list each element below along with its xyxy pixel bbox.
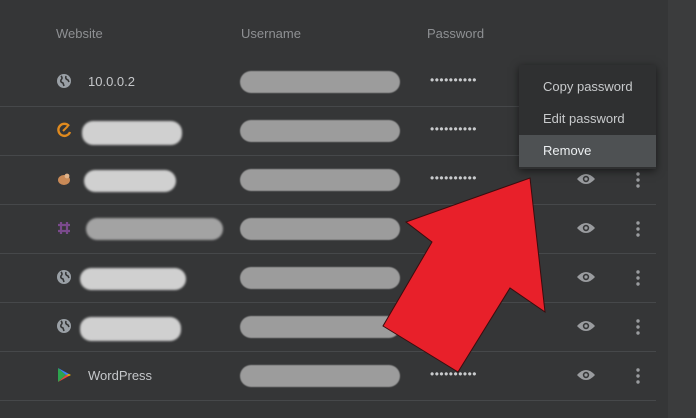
more-actions-icon[interactable] bbox=[632, 317, 644, 337]
username-redacted bbox=[240, 71, 400, 93]
site-name-redacted bbox=[80, 317, 181, 341]
username-redacted bbox=[240, 267, 400, 289]
more-actions-icon[interactable] bbox=[632, 268, 644, 288]
password-row: WordPress •••••••••• bbox=[0, 351, 656, 401]
password-mask-partial: ••• bbox=[472, 318, 487, 332]
password-mask: •••••••••• bbox=[430, 73, 478, 87]
site-name[interactable]: WordPress bbox=[88, 368, 152, 383]
password-mask: •••••••••• bbox=[430, 367, 478, 381]
more-actions-icon[interactable] bbox=[632, 366, 644, 386]
site-favicon-purple bbox=[58, 222, 70, 234]
globe-icon bbox=[57, 74, 71, 88]
password-row bbox=[0, 253, 656, 303]
site-favicon-orange bbox=[57, 122, 72, 138]
site-name-redacted bbox=[82, 121, 182, 145]
username-redacted bbox=[240, 169, 400, 191]
site-name-redacted bbox=[84, 170, 176, 192]
show-password-eye-icon[interactable] bbox=[576, 269, 596, 285]
site-name[interactable]: 10.0.0.2 bbox=[88, 74, 135, 89]
username-redacted bbox=[240, 120, 400, 142]
password-list-panel: Website Username Password 10.0.0.2 •••••… bbox=[0, 0, 668, 418]
show-password-eye-icon[interactable] bbox=[576, 367, 596, 383]
username-redacted bbox=[240, 218, 400, 240]
site-favicon-brown bbox=[58, 173, 70, 185]
show-password-eye-icon[interactable] bbox=[576, 318, 596, 334]
menu-item-remove[interactable]: Remove bbox=[519, 135, 656, 167]
site-name-redacted bbox=[80, 268, 186, 290]
username-redacted bbox=[240, 365, 400, 387]
show-password-eye-icon[interactable] bbox=[576, 171, 596, 187]
column-header-website: Website bbox=[56, 26, 103, 41]
password-mask: •••••••••• bbox=[430, 122, 478, 136]
more-actions-icon[interactable] bbox=[632, 170, 644, 190]
password-mask: •••••••••• bbox=[430, 171, 478, 185]
password-row bbox=[0, 204, 656, 254]
site-name-redacted bbox=[86, 218, 223, 240]
password-context-menu: Copy password Edit password Remove bbox=[519, 65, 656, 169]
google-play-icon bbox=[58, 368, 71, 382]
globe-icon bbox=[57, 270, 71, 284]
show-password-eye-icon[interactable] bbox=[576, 220, 596, 236]
password-row: ••• bbox=[0, 302, 656, 352]
menu-item-edit-password[interactable]: Edit password bbox=[519, 103, 656, 135]
globe-icon bbox=[57, 319, 71, 333]
column-header-username: Username bbox=[241, 26, 301, 41]
more-actions-icon[interactable] bbox=[632, 219, 644, 239]
menu-item-copy-password[interactable]: Copy password bbox=[519, 71, 656, 103]
username-redacted bbox=[240, 316, 400, 338]
column-header-password: Password bbox=[427, 26, 485, 41]
